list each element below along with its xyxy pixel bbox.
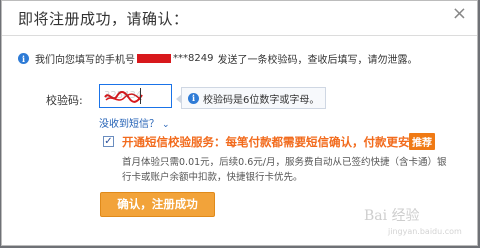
confirm-register-button[interactable]: 确认，注册成功 [100,192,215,217]
not-received-sms-link[interactable]: 没收到短信？ ⌄ [99,115,170,130]
code-format-tip: i 校验码是6位数字或字母。 [175,87,327,109]
code-label: 校验码: [46,94,83,107]
phone-suffix: ***8249 [173,53,214,64]
dialog-title: 即将注册成功，请确认： [18,10,189,28]
verification-code-input[interactable]: 325434 [99,84,172,108]
info-icon: i [18,53,29,64]
sms-service-checkbox[interactable]: ✓ [103,136,114,147]
info-icon: i [188,92,199,104]
title-divider [2,35,477,36]
recommend-badge: 推荐 [409,133,435,150]
verification-code-value: 325434 [104,90,143,101]
notice-prefix: 我们向您填写的手机号 [35,55,135,66]
not-received-label: 没收到短信？ [99,119,159,130]
sms-sent-notice: i 我们向您填写的手机号 ***8249 发送了一条校验码，查收后填写，请勿泄露… [18,51,417,66]
notice-suffix: 发送了一条校验码，查收后填写，请勿泄露。 [217,55,418,66]
close-icon[interactable]: × [452,5,467,23]
sms-service-description: 首月体验只需0.01元，后续0.6元/月，服务费自动从已签约快捷（含卡通）银行卡… [122,157,447,183]
text-cursor [140,88,141,104]
redacted-phone-mark [137,54,171,63]
confirm-registration-dialog: 即将注册成功，请确认： × i 我们向您填写的手机号 ***8249 发送了一条… [1,0,478,246]
baidu-jingyan-watermark: Bai 经验 jingyan.baidu.com [364,208,462,236]
chevron-down-icon: ⌄ [162,120,170,130]
code-tip-text: 校验码是6位数字或字母。 [203,94,320,106]
sms-service-label: 开通短信校验服务：每笔付款都需要短信确认，付款更安全。 [122,135,433,149]
